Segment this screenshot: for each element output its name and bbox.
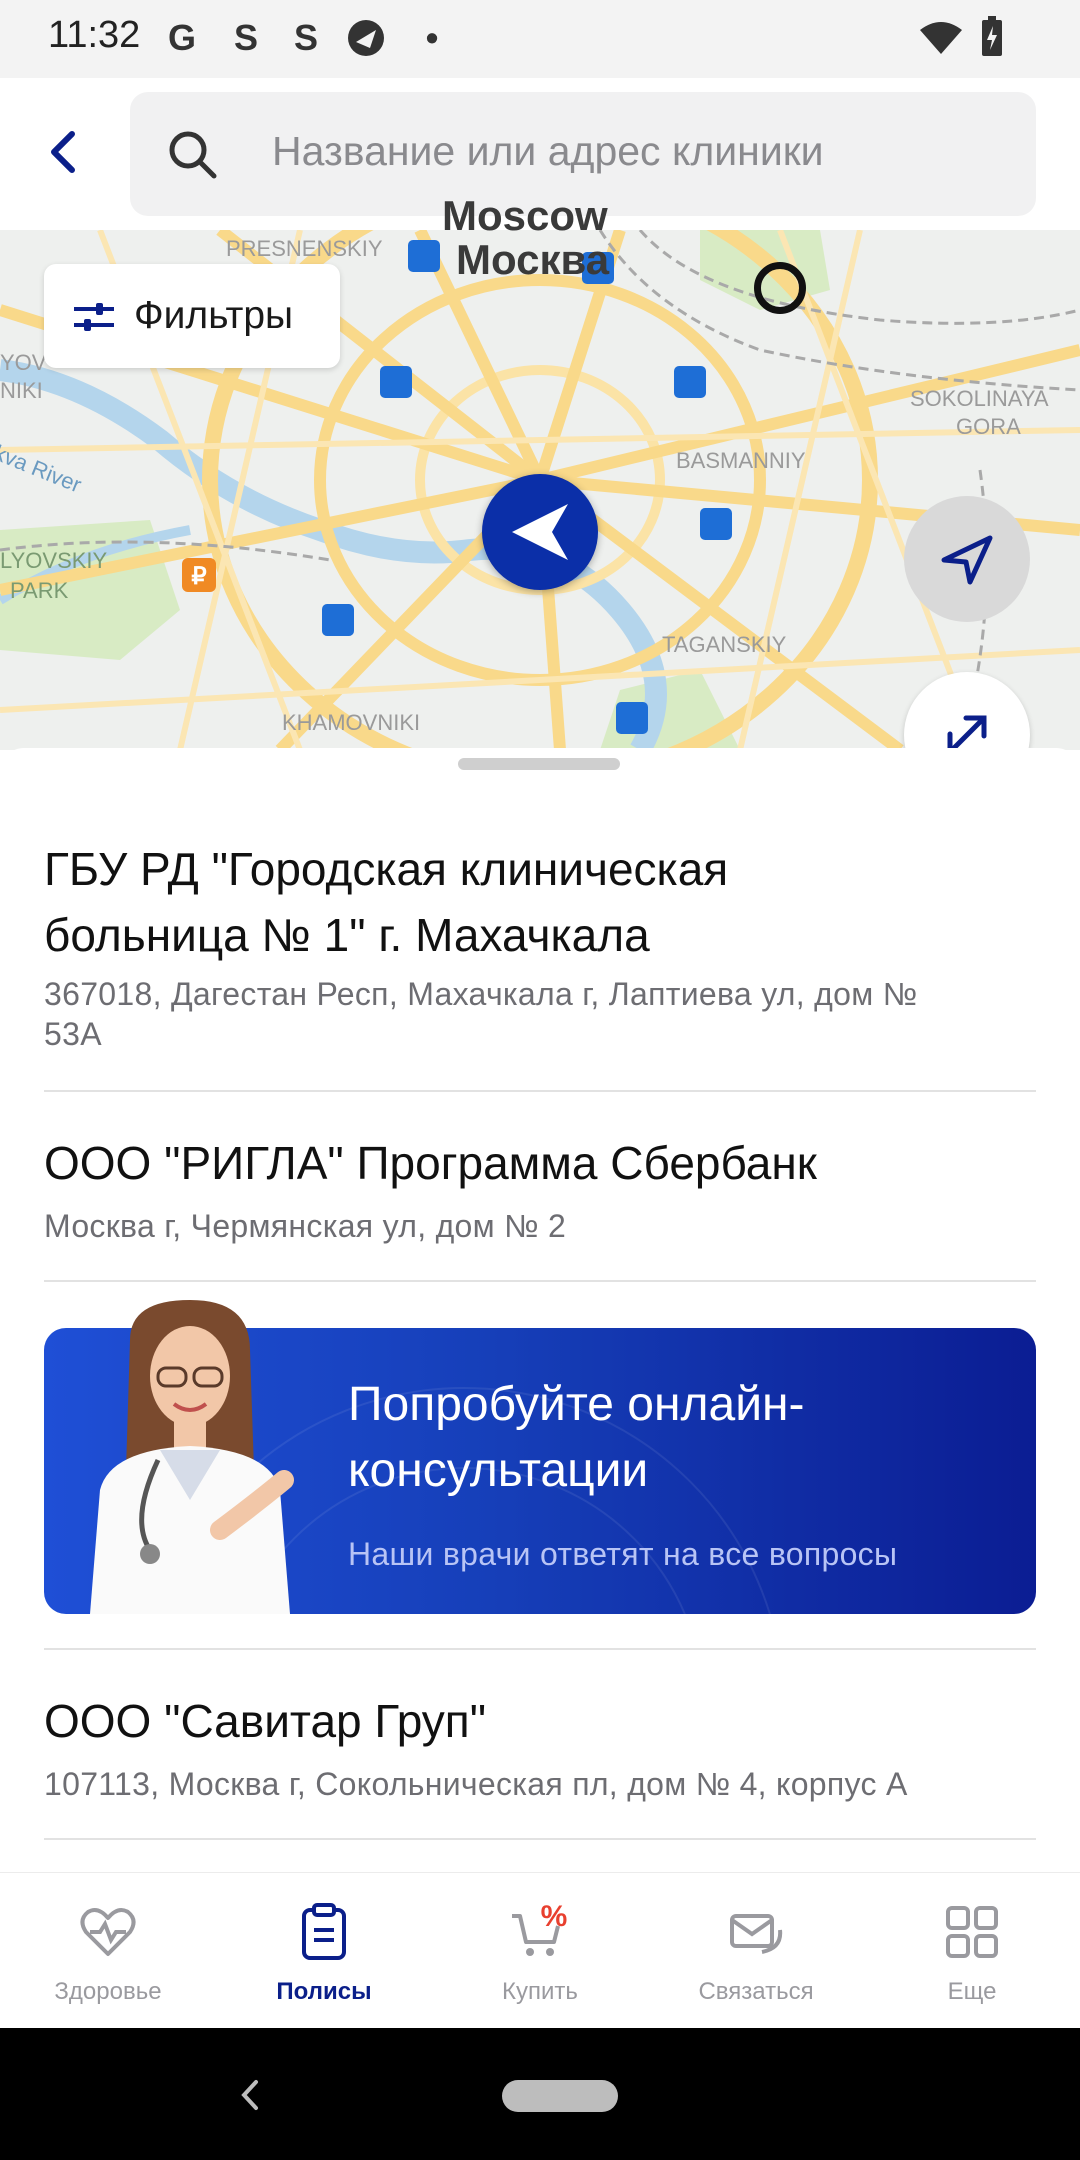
system-home-button[interactable] [502, 2080, 618, 2112]
map-label-park: LYOVSKIY [0, 548, 108, 573]
nav-more[interactable]: Еще [864, 1872, 1080, 2028]
map-label-district: BASMANNIY [676, 448, 806, 473]
promo-title-line: Попробуйте онлайн- [348, 1378, 805, 1431]
nav-health[interactable]: Здоровье [0, 1872, 216, 2028]
battery-charging-icon [980, 16, 1004, 58]
search-placeholder: Название или адрес клиники [272, 128, 824, 174]
grid-icon [942, 1902, 1002, 1962]
locate-me-button[interactable] [904, 496, 1030, 622]
cart-percent-icon: % [510, 1900, 570, 1962]
doctor-illustration [70, 1300, 300, 1614]
map-label-city: Moscow [442, 192, 608, 239]
user-location-marker [482, 474, 598, 590]
chevron-left-icon [241, 2080, 258, 2110]
clinic-address: Москва г, Чермянская ул, дом № 2 [44, 1208, 567, 1244]
clipboard-icon [294, 1902, 354, 1962]
map-label-district: KHAMOVNIKI [282, 710, 421, 735]
nav-contact[interactable]: Связаться [648, 1872, 864, 2028]
map-label-district: YOV [0, 350, 47, 375]
nav-label: Купить [502, 1978, 578, 2005]
clinic-address: 53А [44, 1016, 102, 1052]
divider [44, 1838, 1036, 1840]
nav-policies[interactable]: Полисы [216, 1872, 432, 2028]
map-label-district: NIKI [0, 378, 43, 403]
clinic-name: больница № 1" г. Махачкала [44, 909, 650, 961]
map-label-district: PRESNENSKIY [226, 236, 383, 261]
divider [44, 1648, 1036, 1650]
filter-sliders-icon [72, 300, 116, 334]
back-button[interactable] [36, 112, 92, 192]
nav-label: Еще [947, 1978, 997, 2005]
chat-mail-icon [726, 1902, 786, 1962]
nav-label: Полисы [276, 1978, 372, 2005]
wifi-icon [918, 20, 964, 56]
divider [44, 1280, 1036, 1282]
svg-text:%: % [541, 1902, 568, 1933]
map-marker[interactable] [754, 262, 806, 314]
s-app-icon: S [293, 17, 318, 58]
map-label-city-ru: Москва [456, 236, 610, 283]
clinic-name: ГБУ РД "Городская клиническая [44, 843, 729, 895]
navigation-icon [941, 535, 993, 585]
s-app-icon: S [233, 17, 258, 58]
search-icon [166, 128, 218, 180]
sheet-drag-handle[interactable] [458, 758, 620, 770]
promo-subtitle: Наши врачи ответят на все вопросы [348, 1536, 898, 1572]
promo-title: Попробуйте онлайн- консультации [348, 1372, 998, 1504]
map-label-district: SOKOLINAYA [910, 386, 1049, 411]
promo-title-line: консультации [348, 1444, 649, 1497]
nav-label: Связаться [698, 1978, 814, 2005]
map-label-park: PARK [10, 578, 69, 603]
map-label-district: TAGANSKIY [662, 632, 787, 657]
clinic-name: ООО "Савитар Груп" [44, 1695, 487, 1747]
chevron-left-icon [51, 131, 75, 173]
map-label-district: GORA [956, 414, 1021, 439]
nav-label: Здоровье [54, 1978, 162, 2005]
filters-label: Фильтры [134, 294, 294, 337]
status-time: 11:32 [48, 14, 141, 56]
nav-buy[interactable]: % Купить [432, 1872, 648, 2028]
clinic-address: 107113, Москва г, Сокольническая пл, дом… [44, 1766, 908, 1802]
clinic-address: 367018, Дагестан Респ, Махачкала г, Лапт… [44, 976, 918, 1012]
system-back-button[interactable] [226, 2070, 276, 2120]
browser-icon [346, 18, 386, 58]
svg-text:₽: ₽ [191, 563, 206, 590]
clinic-name: ООО "РИГЛА" Программа Сбербанк [44, 1137, 817, 1189]
navigation-arrow-icon [512, 504, 568, 560]
google-icon: G [167, 17, 196, 58]
dot-icon: • [425, 17, 439, 58]
divider [44, 1090, 1036, 1092]
heart-pulse-icon [78, 1902, 138, 1962]
